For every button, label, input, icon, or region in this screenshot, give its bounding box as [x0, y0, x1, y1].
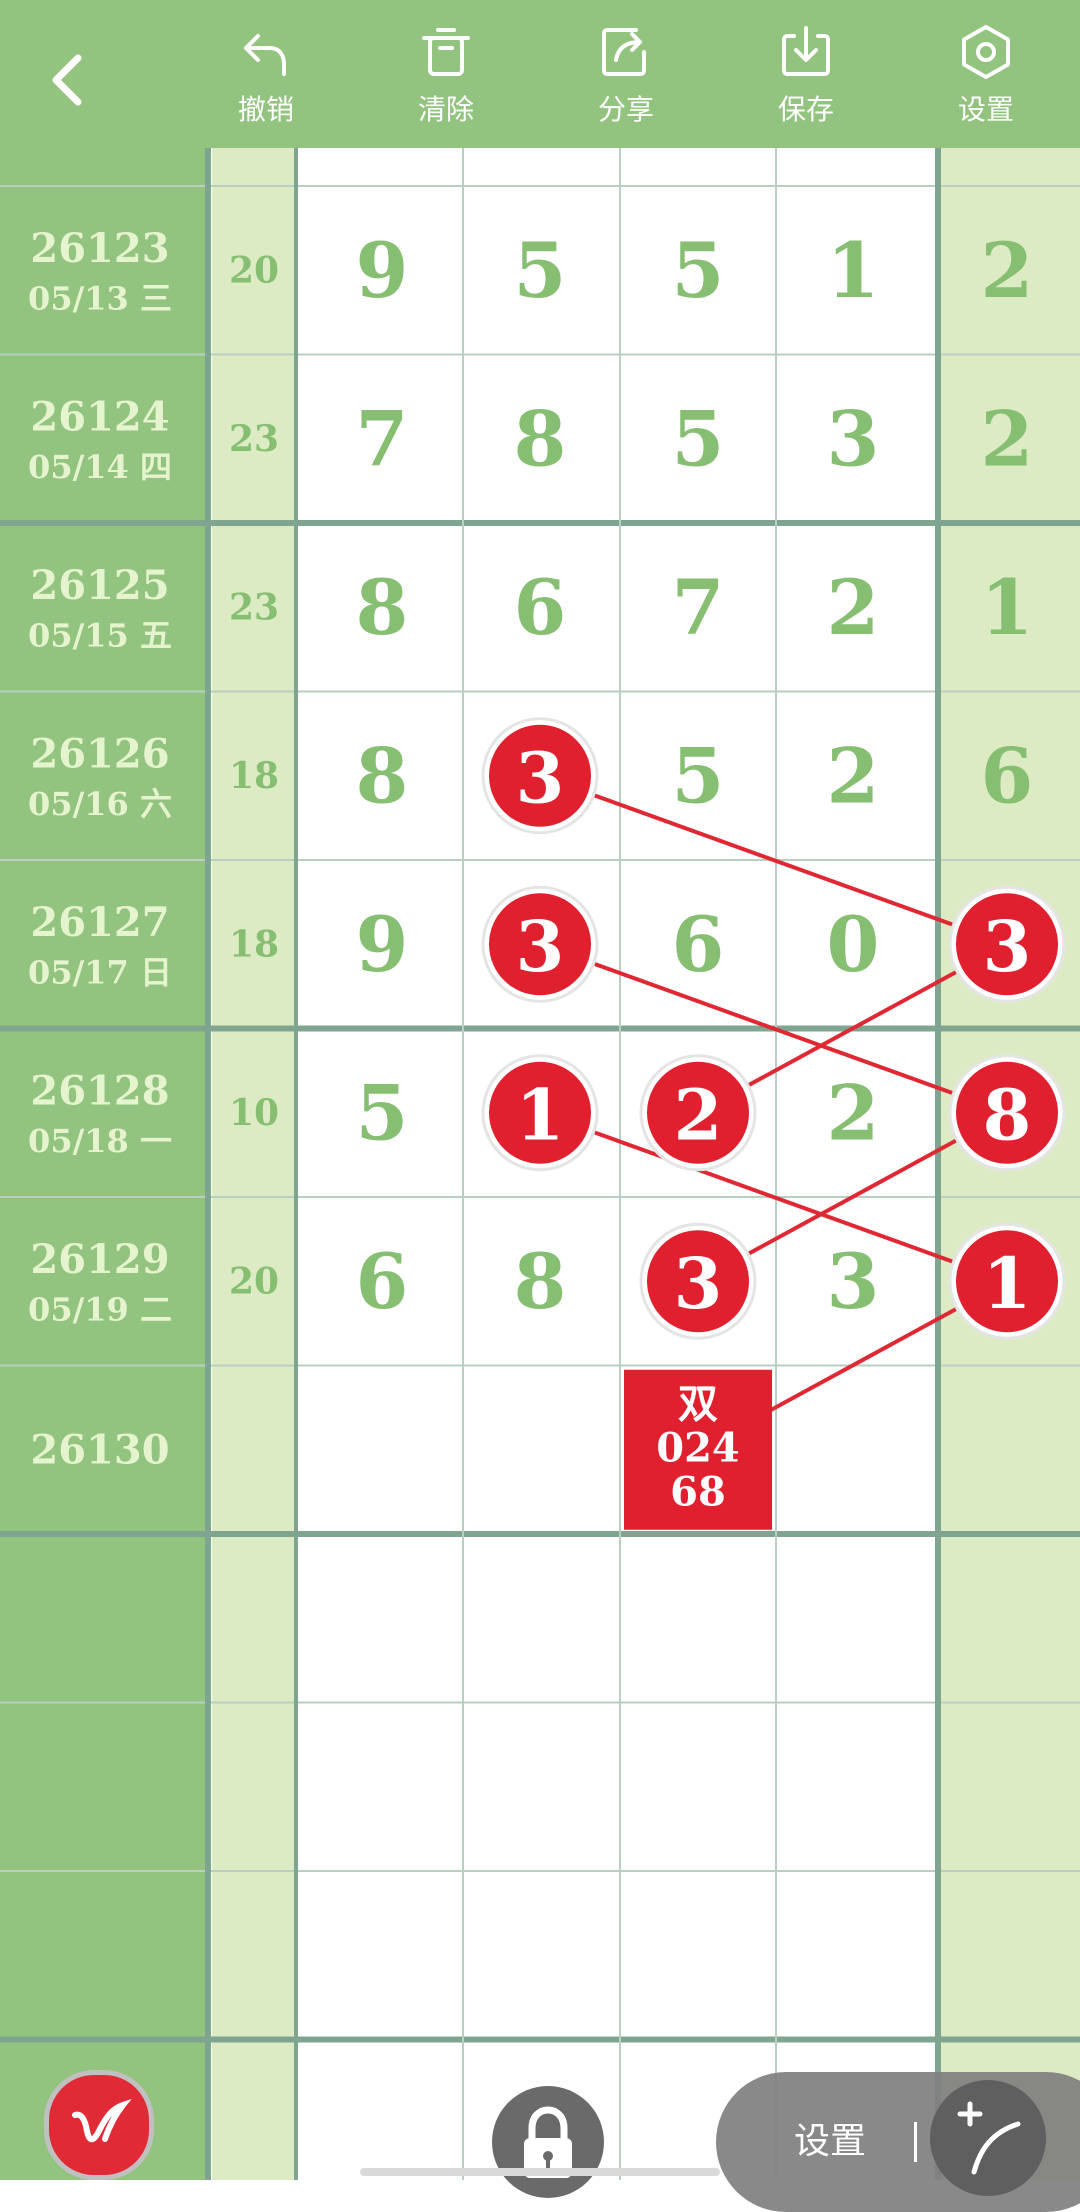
undo-icon: [244, 34, 286, 76]
issue-date: 05/14 四: [28, 448, 172, 486]
ball-number: 3: [983, 905, 1032, 988]
ball-number: 2: [674, 1073, 723, 1156]
digit-cell: 5: [672, 226, 725, 315]
sum-value: 18: [229, 755, 279, 797]
ball-number: 8: [983, 1073, 1032, 1156]
pill-settings-button[interactable]: 设置: [794, 2112, 866, 2164]
digit-cell: 1: [827, 226, 880, 315]
ball-number: 1: [516, 1073, 565, 1156]
digit-cell: 0: [827, 900, 880, 989]
prediction-text: 双: [678, 1380, 718, 1427]
digit-cell: 2: [827, 1068, 880, 1157]
issue-number: 26127: [30, 899, 169, 946]
issue-number: 26123: [30, 225, 169, 272]
trend-grid: 2612305/13 三20 9 5 5 1 22612405/14 四23 7 8 5 3 226…: [0, 148, 1080, 2180]
digit-cell: 5: [514, 226, 567, 315]
top-toolbar: 撤销 清除 分享 保存 设置: [0, 0, 1080, 148]
ball-number: 3: [516, 905, 565, 988]
sum-value: 10: [229, 1092, 279, 1134]
digit-cell: 8: [514, 1237, 567, 1326]
issue-number: 26124: [30, 393, 169, 440]
undo-button[interactable]: 撤销: [206, 22, 326, 140]
download-icon: [782, 26, 830, 76]
pill-divider: [914, 2122, 917, 2162]
clear-button[interactable]: 清除: [386, 22, 506, 140]
prediction-text: 024: [656, 1424, 740, 1471]
settings-label: 设置: [957, 93, 1014, 126]
digit-cell: 3: [827, 394, 880, 483]
digit-cell: 1: [981, 563, 1034, 652]
sum-value: 18: [229, 923, 279, 965]
draw-line-icon: [957, 2101, 1021, 2175]
digit-cell: 6: [514, 563, 567, 652]
sum-value: 23: [229, 418, 279, 460]
digit-cell: 5: [672, 394, 725, 483]
draw-line-button[interactable]: [930, 2080, 1046, 2196]
digit-cell: 9: [356, 900, 409, 989]
issue-number: 26125: [30, 562, 169, 609]
sum-value: 20: [229, 1260, 279, 1302]
ball-number: 1: [983, 1242, 1032, 1325]
lock-button[interactable]: [492, 2086, 604, 2198]
digit-cell: 7: [356, 394, 409, 483]
digit-cell: 7: [672, 563, 725, 652]
undo-label: 撤销: [237, 93, 294, 126]
home-indicator: [360, 2168, 720, 2176]
sum-value: 20: [229, 249, 279, 291]
digit-cell: 5: [672, 731, 725, 820]
save-label: 保存: [777, 93, 834, 126]
hexagon-gear-icon: [962, 25, 1010, 79]
digit-cell: 2: [827, 731, 880, 820]
share-label: 分享: [597, 93, 654, 126]
digit-cell: 8: [514, 394, 567, 483]
ball-number: 3: [516, 736, 565, 819]
digit-cell: 6: [356, 1237, 409, 1326]
digit-cell: 2: [981, 226, 1034, 315]
prediction-text: 68: [670, 1468, 726, 1515]
issue-number: 26130: [30, 1426, 169, 1473]
ball-number: 3: [674, 1242, 723, 1325]
issue-date: 05/13 三: [28, 279, 172, 317]
issue-date: 05/18 一: [28, 1122, 172, 1160]
chevron-left-icon: [52, 54, 82, 106]
issue-number: 26126: [30, 730, 169, 777]
share-icon: [602, 28, 646, 76]
issue-date: 05/19 二: [28, 1290, 172, 1328]
lock-icon: [524, 2106, 572, 2178]
issue-date: 05/16 六: [28, 785, 172, 823]
clear-label: 清除: [417, 93, 474, 126]
digit-cell: 9: [356, 226, 409, 315]
trash-icon: [422, 28, 470, 76]
sum-value: 23: [229, 586, 279, 628]
settings-button[interactable]: 设置: [926, 22, 1046, 140]
digit-cell: 6: [981, 731, 1034, 820]
trend-chart-area[interactable]: 26123 05/13 三 20 9 5 5 1 2 26124 05/14 四 23 7 8 5 3 2 26…: [0, 148, 1080, 2180]
issue-date: 05/17 日: [28, 953, 172, 991]
digit-cell: 8: [356, 563, 409, 652]
pen-button[interactable]: [44, 2070, 154, 2180]
share-button[interactable]: 分享: [566, 22, 686, 140]
back-button[interactable]: [40, 40, 100, 120]
digit-cell: 8: [356, 731, 409, 820]
save-button[interactable]: 保存: [746, 22, 866, 140]
issue-date: 05/15 五: [28, 616, 172, 654]
pen-signature-icon: [72, 2098, 132, 2143]
digit-cell: 5: [356, 1068, 409, 1157]
digit-cell: 3: [827, 1237, 880, 1326]
digit-cell: 2: [981, 394, 1034, 483]
digit-cell: 2: [827, 563, 880, 652]
issue-number: 26129: [30, 1236, 169, 1283]
digit-cell: 6: [672, 900, 725, 989]
issue-number: 26128: [30, 1067, 169, 1114]
